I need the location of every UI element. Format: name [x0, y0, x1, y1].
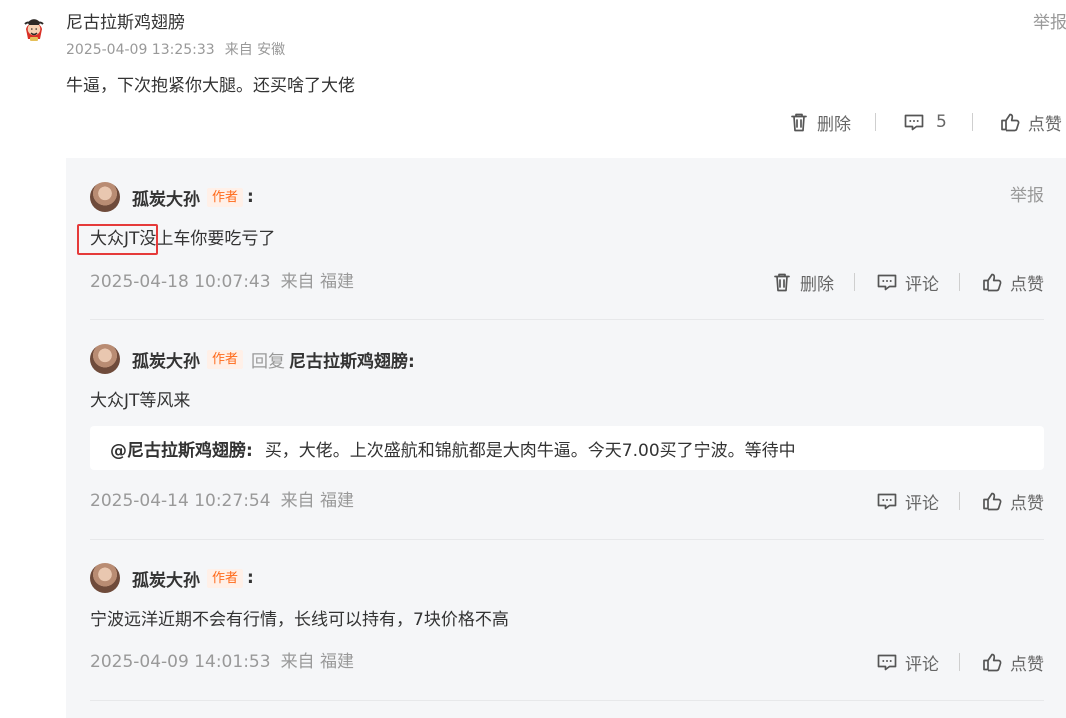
like-label: 点赞: [1027, 114, 1062, 135]
reply-divider: [90, 539, 1044, 540]
quoted-comment: @尼古拉斯鸡翅膀: 买，大佬。上次盛航和锦航都是大肉牛逼。今天7.00买了宁波。…: [90, 426, 1044, 470]
reply-text: 宁波远洋近期不会有行情，长线可以持有，7块价格不高: [90, 610, 509, 630]
comment-button[interactable]: 评论: [875, 487, 939, 515]
thumbs-up-icon: [1000, 113, 1020, 132]
reply-text: 大众JT没上车你要吃亏了: [90, 229, 276, 249]
reply-timestamp: 2025-04-18 10:07:43: [90, 272, 271, 292]
root-comment-source: 来自 安徽: [224, 42, 286, 58]
reply-source: 来自 福建: [280, 491, 354, 511]
reply-divider: [90, 700, 1044, 701]
quoted-text: 买，大佬。上次盛航和锦航都是大肉牛逼。今天7.00买了宁波。等待中: [264, 440, 796, 461]
speech-bubble-icon: [877, 654, 897, 671]
comment-label: 评论: [905, 654, 939, 675]
reply-item: 孤炭大孙 作者 : 举报 大众JT没上车你要吃亏了 2025-04-18 10:…: [77, 181, 1044, 320]
reply-actions: 删除 评论 点赞: [770, 268, 1044, 296]
reply-author-name[interactable]: 孤炭大孙: [132, 347, 200, 372]
reply-source: 来自 福建: [280, 272, 354, 292]
report-link[interactable]: 举报: [1033, 12, 1066, 34]
reply-meta: 2025-04-09 14:01:53 来自 福建: [90, 650, 354, 674]
root-comment-actions: 删除 5 点赞: [787, 108, 1062, 136]
reply-timestamp: 2025-04-09 14:01:53: [90, 652, 271, 672]
author-avatar[interactable]: [90, 563, 120, 593]
quoted-user[interactable]: @尼古拉斯鸡翅膀:: [110, 436, 253, 461]
like-label: 点赞: [1010, 274, 1044, 295]
delete-label: 删除: [800, 274, 834, 295]
root-author-name[interactable]: 尼古拉斯鸡翅膀: [66, 12, 185, 34]
god-of-wealth-avatar-icon: [20, 15, 48, 43]
comment-thread: 尼古拉斯鸡翅膀 2025-04-09 13:25:33 来自 安徽 牛逼，下次抱紧…: [0, 0, 1066, 718]
reply-item: 孤炭大孙 作者 : 宁波远洋近期不会有行情，长线可以持有，7块价格不高 2025…: [90, 562, 1044, 702]
reply-divider: [90, 319, 1044, 320]
reply-actions: 评论 点赞: [875, 487, 1044, 515]
like-button[interactable]: 点赞: [980, 648, 1044, 676]
reply-author-name[interactable]: 孤炭大孙: [132, 185, 200, 210]
root-comment: 尼古拉斯鸡翅膀 2025-04-09 13:25:33 来自 安徽 牛逼，下次抱紧…: [0, 0, 1066, 150]
trash-icon: [791, 113, 807, 132]
reply-meta: 2025-04-18 10:07:43 来自 福建: [90, 270, 354, 294]
author-badge: 作者: [207, 187, 244, 207]
reply-author-name[interactable]: 孤炭大孙: [132, 566, 200, 591]
comment-label: 评论: [905, 493, 939, 514]
reply-header: 孤炭大孙 作者 :: [90, 181, 254, 213]
reply-source: 来自 福建: [280, 652, 354, 672]
root-comment-text: 牛逼，下次抱紧你大腿。还买啥了大佬: [66, 76, 355, 96]
reply-colon: :: [247, 568, 254, 588]
thumbs-up-icon: [983, 492, 1002, 511]
action-divider: [959, 653, 960, 671]
speech-bubble-icon: [877, 274, 897, 291]
reply-actions: 评论 点赞: [875, 648, 1044, 676]
action-divider: [959, 273, 960, 291]
reply-header: 孤炭大孙 作者 :: [90, 562, 254, 594]
like-button[interactable]: 点赞: [980, 268, 1044, 296]
comment-count-button[interactable]: 5: [902, 108, 947, 136]
reply-meta: 2025-04-14 10:27:54 来自 福建: [90, 489, 354, 513]
report-link[interactable]: 举报: [1010, 185, 1044, 207]
action-divider: [854, 273, 855, 291]
delete-button[interactable]: 删除: [787, 108, 851, 136]
root-comment-meta: 2025-04-09 13:25:33 来自 安徽: [66, 41, 285, 59]
thumbs-up-icon: [983, 653, 1002, 672]
author-badge: 作者: [207, 568, 244, 588]
reply-text: 大众JT等风来: [90, 391, 191, 411]
delete-button[interactable]: 删除: [770, 268, 834, 296]
speech-bubble-icon: [904, 114, 924, 131]
like-button[interactable]: 点赞: [980, 487, 1044, 515]
action-divider: [875, 113, 876, 131]
reply-panel: 孤炭大孙 作者 : 举报 大众JT没上车你要吃亏了 2025-04-18 10:…: [66, 158, 1066, 718]
reply-word: 回复: [251, 351, 286, 372]
like-label: 点赞: [1010, 654, 1044, 675]
delete-label: 删除: [817, 114, 851, 135]
reply-header: 孤炭大孙 作者 回复 尼古拉斯鸡翅膀:: [90, 343, 415, 375]
speech-bubble-icon: [877, 493, 897, 510]
author-avatar[interactable]: [90, 182, 120, 212]
author-avatar[interactable]: [90, 344, 120, 374]
reply-item: 孤炭大孙 作者 回复 尼古拉斯鸡翅膀: 大众JT等风来 @尼古拉斯鸡翅膀: 买，…: [90, 343, 1044, 540]
reply-colon: :: [247, 187, 254, 207]
action-divider: [959, 492, 960, 510]
like-button[interactable]: 点赞: [998, 108, 1062, 136]
reply-target-user[interactable]: 尼古拉斯鸡翅膀:: [289, 347, 415, 372]
trash-icon: [774, 273, 790, 292]
like-label: 点赞: [1010, 493, 1044, 514]
author-badge: 作者: [207, 349, 244, 369]
comment-count: 5: [936, 112, 947, 132]
root-comment-timestamp: 2025-04-09 13:25:33: [66, 42, 215, 58]
action-divider: [971, 113, 973, 131]
comment-button[interactable]: 评论: [875, 648, 939, 676]
comment-button[interactable]: 评论: [875, 268, 939, 296]
user-avatar[interactable]: [20, 15, 48, 43]
comment-label: 评论: [905, 274, 939, 295]
reply-timestamp: 2025-04-14 10:27:54: [90, 491, 271, 511]
thumbs-up-icon: [983, 273, 1002, 292]
